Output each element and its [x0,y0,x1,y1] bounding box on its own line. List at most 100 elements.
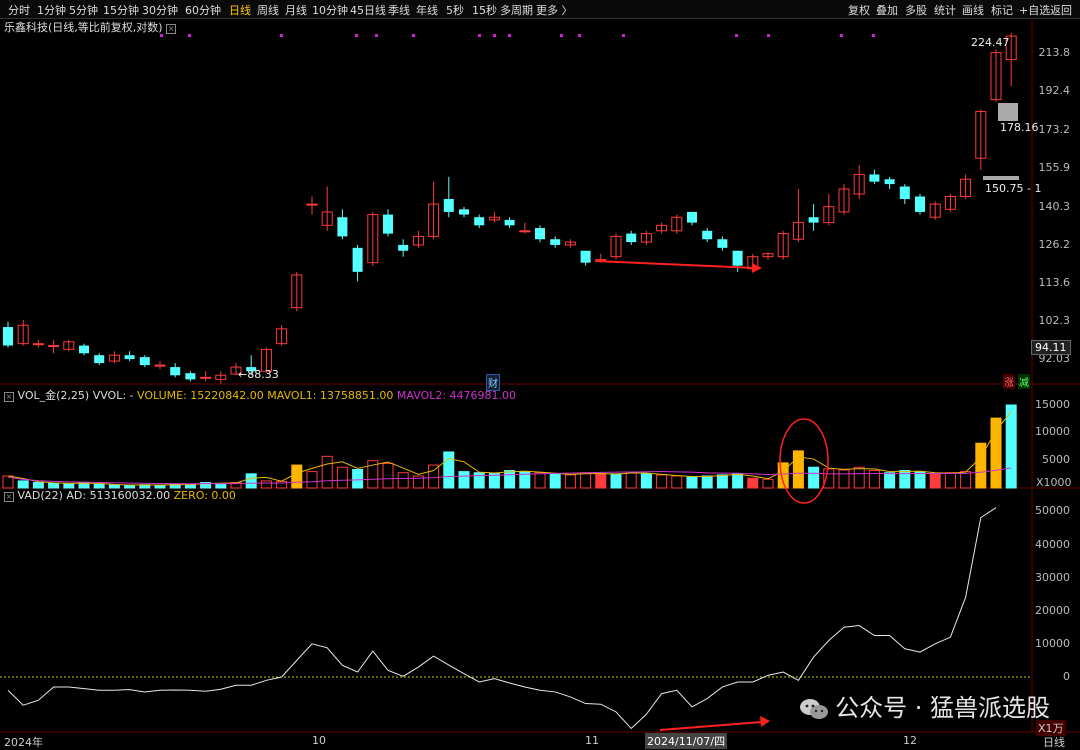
volume-bar [853,466,865,489]
vol-volume: VOLUME: 15220842.00 [137,389,264,402]
x-label-nov: 11 [585,734,599,747]
volume-bar [960,471,972,489]
vad-tick: 0 [1063,670,1070,683]
volume-bar [352,468,364,489]
marker-dot [160,34,163,37]
volume-bar [549,473,561,489]
chart-canvas [0,18,1080,733]
volume-bar [215,483,227,489]
volume-bar [93,483,105,489]
volume-bar [382,462,394,489]
volume-bar [610,473,622,489]
x-label-dec: 12 [903,734,917,747]
volume-bar [291,464,303,489]
marker-dot [560,34,563,37]
volume-bar [336,466,348,489]
candle-up [154,364,166,367]
volume-bar [458,471,470,489]
candle-down [808,217,819,223]
volume-bar [990,417,1002,489]
volume-bar [838,469,850,489]
candle-up [306,203,318,206]
reduce-marker[interactable]: 减 [1018,374,1030,389]
vol-unit: X1000 [1036,476,1072,489]
candle-down [3,327,13,346]
price-tick: 126.2 [1038,238,1071,251]
candle-down [869,174,880,182]
highlight-circle [779,418,829,504]
candle-down [124,355,135,360]
volume-bar [63,483,75,489]
vol-mavol2: MAVOL2: 4476981.00 [396,389,517,402]
volume-bar [975,442,987,489]
volume-bar [245,473,257,489]
volume-bar [564,474,576,489]
volume-bar [428,464,440,489]
vad-indicator-name[interactable]: VAD(22) [18,489,63,502]
candle-down [702,230,713,240]
marker-dot [355,34,358,37]
volume-bar [321,455,333,489]
price-tick: 155.9 [1038,161,1071,174]
volume-bar [534,472,546,489]
vol-indicator-name[interactable]: VOL_金(2,25) [18,389,90,402]
marker-dot [840,34,843,37]
vol-tick: 10000 [1035,425,1070,438]
candle-down [139,357,150,366]
volume-bar [48,482,60,489]
marker-dot [412,34,415,37]
candle-down [732,250,743,266]
volume-bar [914,471,926,489]
wechat-icon [800,699,829,719]
volume-bar [732,473,744,489]
candle-down [626,233,637,243]
volume-bar [944,472,956,489]
candle-up [48,345,60,348]
marker-dot [280,34,283,37]
volume-bar [306,471,318,489]
marker-dot [767,34,770,37]
close-icon[interactable]: × [4,392,14,402]
price-tick: 192.4 [1038,84,1071,97]
volume-bar [260,480,272,489]
vad-zero: ZERO: 0.00 [173,489,236,502]
candle-down [170,367,181,376]
vad-tick: 50000 [1035,504,1070,517]
close-icon[interactable]: × [4,492,14,502]
volume-bar [580,472,592,489]
price-tick: 213.8 [1038,46,1071,59]
volume-bar [17,480,29,489]
price-tick: 173.2 [1038,123,1071,136]
marker-dot [872,34,875,37]
volume-bar [656,474,668,489]
marker-dot [188,34,191,37]
candle-down [899,186,910,200]
volume-bar [595,473,607,489]
candle-up [519,230,531,233]
vol-panel-title: × VOL_金(2,25) VVOL: - VOLUME: 15220842.0… [4,387,516,403]
candle-up [200,376,212,379]
limit-up-marker[interactable]: 涨 [1003,374,1015,389]
watermark: 公众号 · 猛兽派选股 [799,688,1050,723]
volume-bar [671,475,683,489]
candle-down [383,214,393,234]
volume-bar [108,484,120,489]
volume-bar [686,476,698,489]
candle-down [185,373,196,380]
vol-vvol: VVOL: - [92,389,134,402]
vad-panel-title: × VAD(22) AD: 513160032.00 ZERO: 0.00 [4,489,236,502]
marker-dot [508,34,511,37]
price-tick: 140.3 [1038,200,1071,213]
candle-down [535,228,545,240]
vol-tick: 15000 [1035,398,1070,411]
candle-down [337,217,348,237]
marker-dot [578,34,581,37]
mid-high-label: 178.16 [1000,121,1039,134]
period-label[interactable]: 日线 [1043,734,1065,750]
volume-bar [808,466,820,489]
volume-bar [397,472,409,489]
candle-down [717,239,728,248]
marker-dot [622,34,625,37]
candle-down [398,244,409,251]
candle-down [94,355,105,364]
